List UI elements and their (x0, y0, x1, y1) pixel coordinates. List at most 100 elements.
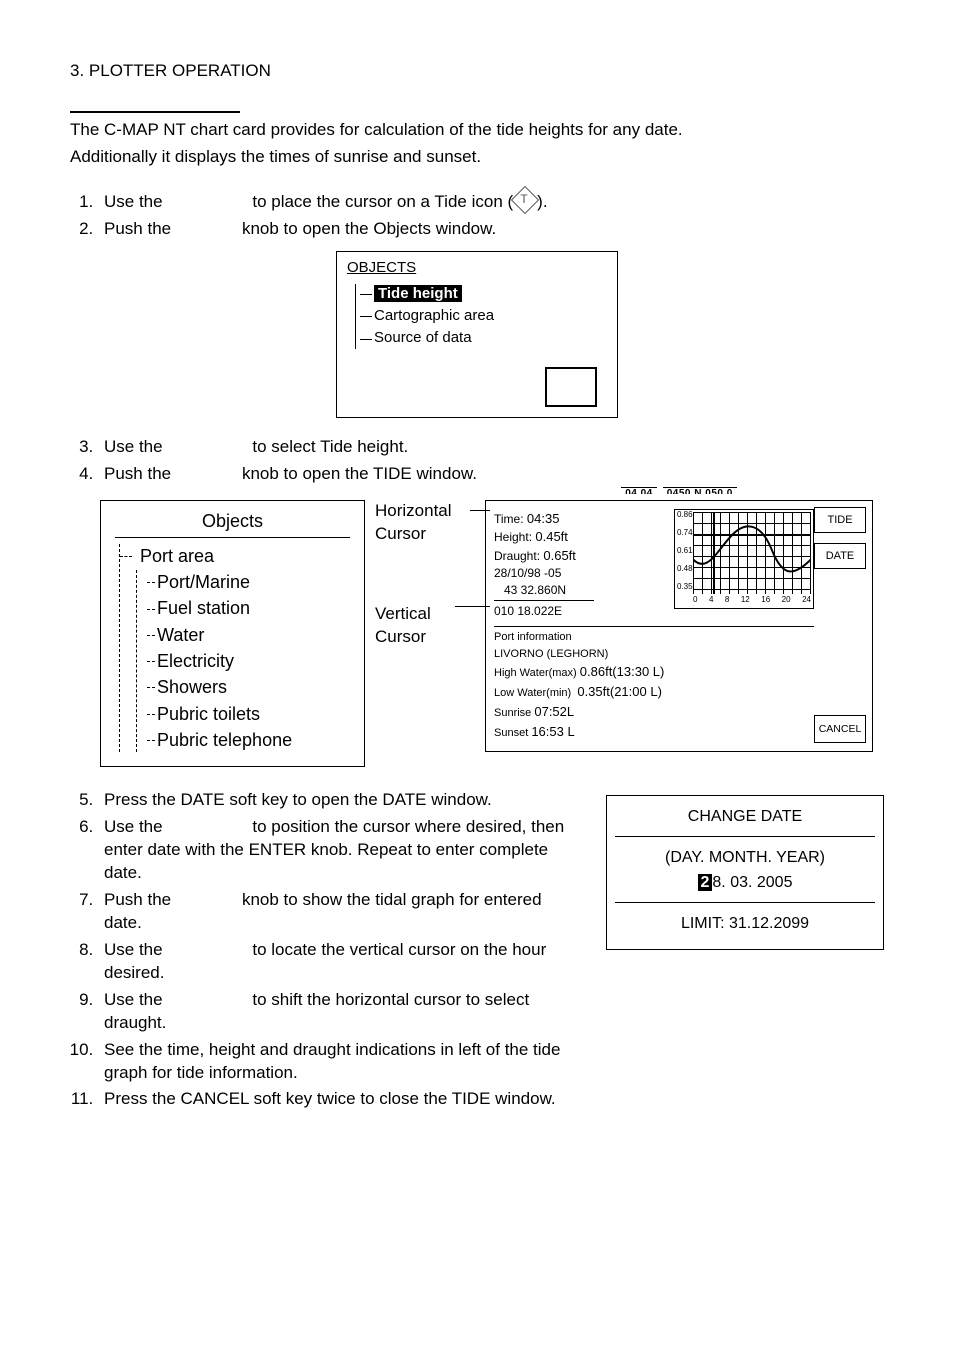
step-8-pre: Use the (104, 940, 163, 959)
sunset-value: 16:53 L (531, 724, 574, 739)
change-date-window: CHANGE DATE (DAY. MONTH. YEAR) 28. 03. 2… (606, 795, 884, 949)
objects-softkey-placeholder[interactable] (545, 367, 597, 407)
steps-group-b: Use the to select Tide height. Push the … (70, 436, 884, 486)
sunset-label: Sunset (494, 727, 528, 739)
ytick-1: 0.74 (677, 528, 693, 539)
step-6-pre: Use the (104, 817, 163, 836)
objects-item-tide-height-label: Tide height (374, 285, 462, 302)
tide-top-coord-1: 04 04 (621, 487, 657, 500)
step-4-pre: Push the (104, 464, 171, 483)
step-9-post: to shift the horizontal cursor to select… (104, 990, 529, 1032)
objects-item-source[interactable]: Source of data (360, 328, 607, 348)
ytick-2: 0.61 (677, 546, 693, 557)
step-3-post: to select Tide height. (252, 437, 408, 456)
step-7-pre: Push the (104, 890, 171, 909)
objects-item-cartographic-label: Cartographic area (374, 307, 494, 324)
obj-item-showers[interactable]: Showers (137, 675, 350, 699)
step-7: Push the knob to show the tidal graph fo… (98, 889, 578, 935)
objects-list-title: Objects (115, 509, 350, 538)
xaxis: 0 4 8 12 16 20 24 (693, 595, 811, 606)
tide-readouts: Time: 04:35 Height: 0.45ft Draught: 0.65… (494, 509, 594, 620)
objects-window-title: OBJECTS (347, 258, 607, 278)
objects-item-tide-height[interactable]: Tide height (360, 284, 607, 304)
low-water-value: 0.35ft(21:00 L) (577, 684, 662, 699)
low-water-label: Low Water(min) (494, 687, 571, 699)
step-1-pre: Use the (104, 192, 163, 211)
horizontal-cursor-line[interactable] (693, 534, 811, 536)
obj-item-public-telephone[interactable]: Pubric telephone (137, 728, 350, 752)
vertical-cursor-label-1: Vertical (375, 604, 431, 623)
vertical-cursor-line[interactable] (713, 512, 715, 594)
obj-item-water[interactable]: Water (137, 623, 350, 647)
date-rest: 8. 03. 2005 (712, 874, 792, 891)
date-input[interactable]: 28. 03. 2005 (615, 872, 875, 894)
draught-label: Draught: (494, 549, 540, 563)
objects-item-cartographic[interactable]: Cartographic area (360, 306, 607, 326)
objects-window: OBJECTS Tide height Cartographic area So… (336, 251, 618, 418)
change-date-title: CHANGE DATE (615, 806, 875, 828)
xtick-3: 12 (741, 595, 750, 606)
ytick-4: 0.35 (677, 582, 693, 593)
tide-top-coord-2: 0450 N 050 0 (663, 487, 737, 500)
tide-chart[interactable]: 0.86 0.74 0.61 0.48 0.35 0 4 8 12 16 20 … (674, 509, 814, 609)
objects-list-panel: Objects Port area Port/Marine Fuel stati… (100, 500, 365, 768)
lat-value: 43 32.860N (494, 582, 594, 598)
tide-top-coords: 04 04 0450 N 050 0 (486, 487, 872, 500)
xtick-0: 0 (693, 595, 697, 606)
step-8: Use the to locate the vertical cursor on… (98, 939, 578, 985)
vertical-cursor-label-2: Cursor (375, 627, 426, 646)
height-value: 0.45ft (535, 529, 568, 544)
step-9: Use the to shift the horizontal cursor t… (98, 989, 578, 1035)
xtick-6: 24 (802, 595, 811, 606)
horizontal-cursor-label-2: Cursor (375, 524, 426, 543)
tide-lower-info: Port information LIVORNO (LEGHORN) High … (494, 620, 814, 741)
step-2-post: knob to open the Objects window. (242, 219, 496, 238)
steps-group-c: Press the DATE soft key to open the DATE… (70, 789, 578, 1115)
tide-window: 04 04 0450 N 050 0 TIDE DATE CANCEL Time… (485, 500, 873, 752)
objects-item-source-label: Source of data (374, 329, 472, 346)
intro-paragraph: The C-MAP NT chart card provides for cal… (70, 119, 884, 169)
obj-item-port-marine[interactable]: Port/Marine (137, 570, 350, 594)
sunrise-value: 07:52L (534, 704, 574, 719)
step-2: Push the knob to open the Objects window… (98, 218, 884, 241)
date-limit-label: LIMIT: 31.12.2099 (615, 913, 875, 935)
obj-item-port-area[interactable]: Port area (120, 544, 350, 568)
step-10: See the time, height and draught indicat… (98, 1039, 578, 1085)
lon-value: 010 18.022E (494, 600, 594, 619)
obj-item-electricity[interactable]: Electricity (137, 649, 350, 673)
section-rule (70, 111, 240, 113)
tide-softkey[interactable]: TIDE (814, 507, 866, 533)
date-value: 28/10/98 -05 (494, 565, 594, 581)
port-name: LIVORNO (LEGHORN) (494, 647, 814, 662)
cursor-labels: Horizontal Cursor Vertical Cursor (375, 500, 475, 650)
step-3: Use the to select Tide height. (98, 436, 884, 459)
xtick-2: 8 (725, 595, 729, 606)
date-softkey[interactable]: DATE (814, 543, 866, 569)
step-3-pre: Use the (104, 437, 163, 456)
tide-curve-icon (693, 520, 811, 589)
step-6-post: to position the cursor where desired, th… (104, 817, 564, 882)
divider-icon (615, 902, 875, 903)
ytick-0: 0.86 (677, 510, 693, 521)
cancel-softkey[interactable]: CANCEL (814, 715, 866, 743)
obj-item-fuel-station[interactable]: Fuel station (137, 596, 350, 620)
date-cursor-digit: 2 (698, 874, 713, 891)
page-header: 3. PLOTTER OPERATION (70, 60, 884, 83)
draught-value: 0.65ft (543, 548, 576, 563)
xtick-4: 16 (761, 595, 770, 606)
step-11: Press the CANCEL soft key twice to close… (98, 1088, 578, 1111)
xtick-1: 4 (709, 595, 713, 606)
xtick-5: 20 (782, 595, 791, 606)
intro-line-2: Additionally it displays the times of su… (70, 146, 884, 169)
step-4: Push the knob to open the TIDE window. (98, 463, 884, 486)
step-1: Use the to place the cursor on a Tide ic… (98, 187, 884, 214)
tide-icon (511, 186, 539, 214)
obj-item-public-toilets[interactable]: Pubric toilets (137, 702, 350, 726)
steps-group-a: Use the to place the cursor on a Tide ic… (70, 187, 884, 241)
tide-figure-row: Objects Port area Port/Marine Fuel stati… (100, 500, 884, 768)
time-label: Time: (494, 512, 524, 526)
step-1-end: ). (537, 192, 547, 211)
sunrise-label: Sunrise (494, 707, 531, 719)
step-2-pre: Push the (104, 219, 171, 238)
port-info-label: Port information (494, 626, 814, 645)
